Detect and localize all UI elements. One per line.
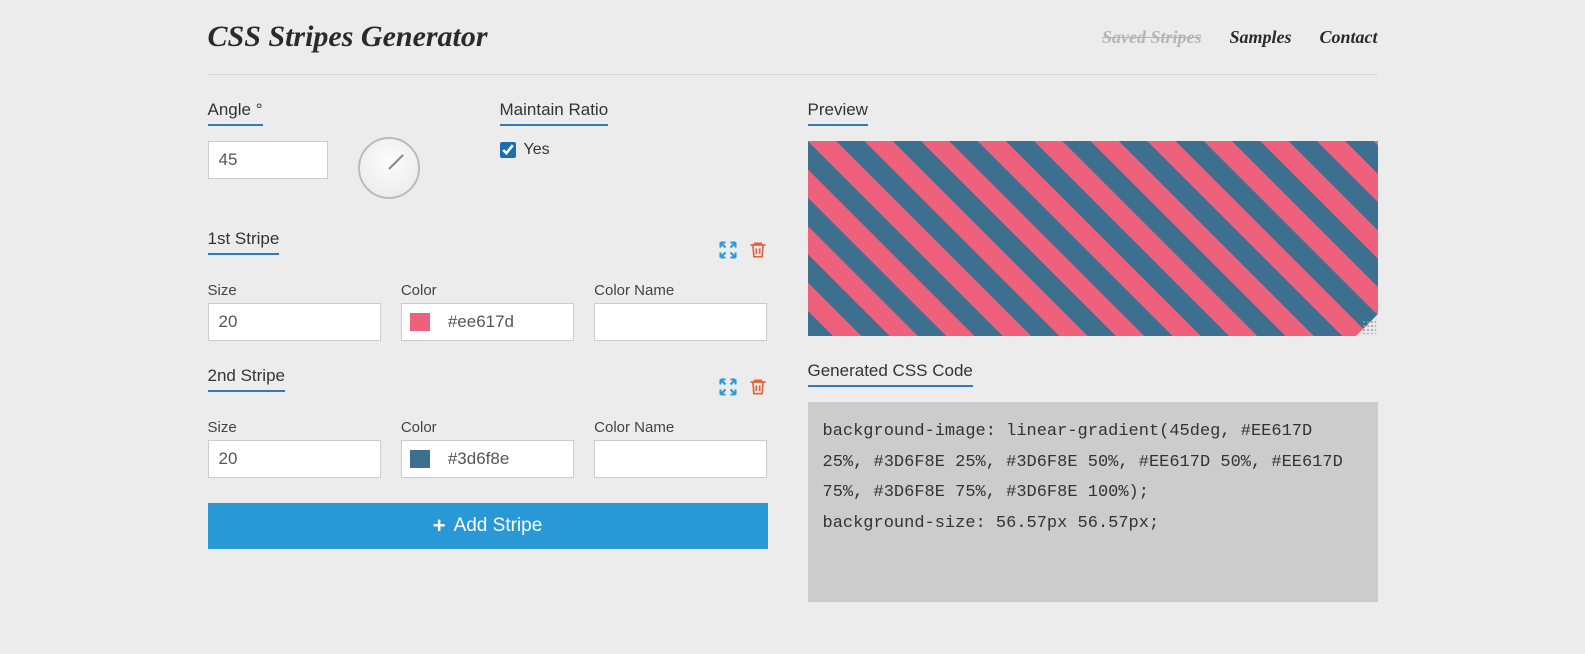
- angle-label: Angle °: [208, 100, 263, 126]
- stripe-1-color-input[interactable]: [438, 304, 565, 340]
- stripe-2-color-input[interactable]: [438, 441, 565, 477]
- stripe-2-color-name-input[interactable]: [594, 440, 767, 478]
- nav-contact[interactable]: Contact: [1319, 27, 1377, 48]
- maintain-ratio-yes: Yes: [524, 141, 550, 159]
- add-stripe-button[interactable]: + Add Stripe: [208, 503, 768, 549]
- stripe-1-title: 1st Stripe: [208, 229, 280, 255]
- angle-dial[interactable]: [358, 137, 420, 199]
- top-nav: Saved Stripes Samples Contact: [1102, 27, 1378, 48]
- color-label: Color: [401, 282, 574, 299]
- plus-icon: +: [433, 515, 446, 537]
- preview-label: Preview: [808, 100, 868, 126]
- expand-icon[interactable]: [718, 377, 738, 397]
- stripe-1-color-name-input[interactable]: [594, 303, 767, 341]
- trash-icon[interactable]: [748, 240, 768, 260]
- expand-icon[interactable]: [718, 240, 738, 260]
- stripe-1-size-input[interactable]: [208, 303, 381, 341]
- maintain-ratio-label: Maintain Ratio: [500, 100, 609, 126]
- generated-code-label: Generated CSS Code: [808, 361, 973, 387]
- nav-samples[interactable]: Samples: [1229, 27, 1291, 48]
- stripe-2-title: 2nd Stripe: [208, 366, 286, 392]
- color-label: Color: [401, 419, 574, 436]
- stripe-2-color-swatch[interactable]: [410, 450, 430, 468]
- trash-icon[interactable]: [748, 377, 768, 397]
- preview-box: [808, 141, 1378, 336]
- color-name-label: Color Name: [594, 282, 767, 299]
- stripe-2-size-input[interactable]: [208, 440, 381, 478]
- page-title: CSS Stripes Generator: [208, 20, 488, 54]
- stripe-1-color-swatch[interactable]: [410, 313, 430, 331]
- generated-css-code[interactable]: background-image: linear-gradient(45deg,…: [808, 402, 1378, 602]
- angle-input[interactable]: [208, 141, 328, 179]
- size-label: Size: [208, 419, 381, 436]
- color-name-label: Color Name: [594, 419, 767, 436]
- nav-saved-stripes[interactable]: Saved Stripes: [1102, 27, 1202, 48]
- resize-handle-icon[interactable]: [1356, 314, 1378, 336]
- size-label: Size: [208, 282, 381, 299]
- maintain-ratio-checkbox[interactable]: [500, 142, 516, 158]
